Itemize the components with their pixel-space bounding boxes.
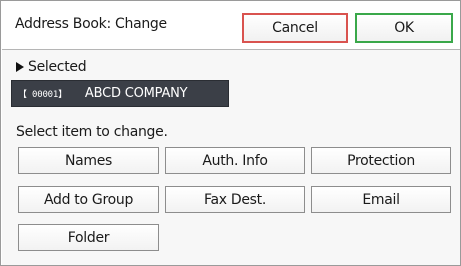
selected-entry-code: 【 00001】 xyxy=(18,90,67,100)
selected-entry-name: ABCD COMPANY xyxy=(84,86,188,101)
fax-dest-button[interactable]: Fax Dest. xyxy=(165,186,305,213)
triangle-right-icon xyxy=(16,62,24,72)
folder-button[interactable]: Folder xyxy=(18,224,159,251)
selected-heading: Selected xyxy=(16,59,87,75)
select-item-prompt: Select item to change. xyxy=(16,124,168,140)
selected-label: Selected xyxy=(28,59,87,75)
address-book-change-dialog: Address Book: Change Cancel OK Selected … xyxy=(0,0,461,266)
dialog-title: Address Book: Change xyxy=(15,16,167,32)
names-button[interactable]: Names xyxy=(18,147,159,174)
selected-entry: 【 00001】 ABCD COMPANY xyxy=(11,80,229,107)
auth-info-button[interactable]: Auth. Info xyxy=(165,147,305,174)
add-to-group-button[interactable]: Add to Group xyxy=(18,186,159,213)
title-bar: Address Book: Change Cancel OK xyxy=(2,2,460,48)
ok-button[interactable]: OK xyxy=(355,13,453,43)
cancel-button[interactable]: Cancel xyxy=(242,13,348,43)
email-button[interactable]: Email xyxy=(311,186,451,213)
dialog-content: Selected 【 00001】 ABCD COMPANY Select it… xyxy=(2,50,460,265)
protection-button[interactable]: Protection xyxy=(311,147,451,174)
